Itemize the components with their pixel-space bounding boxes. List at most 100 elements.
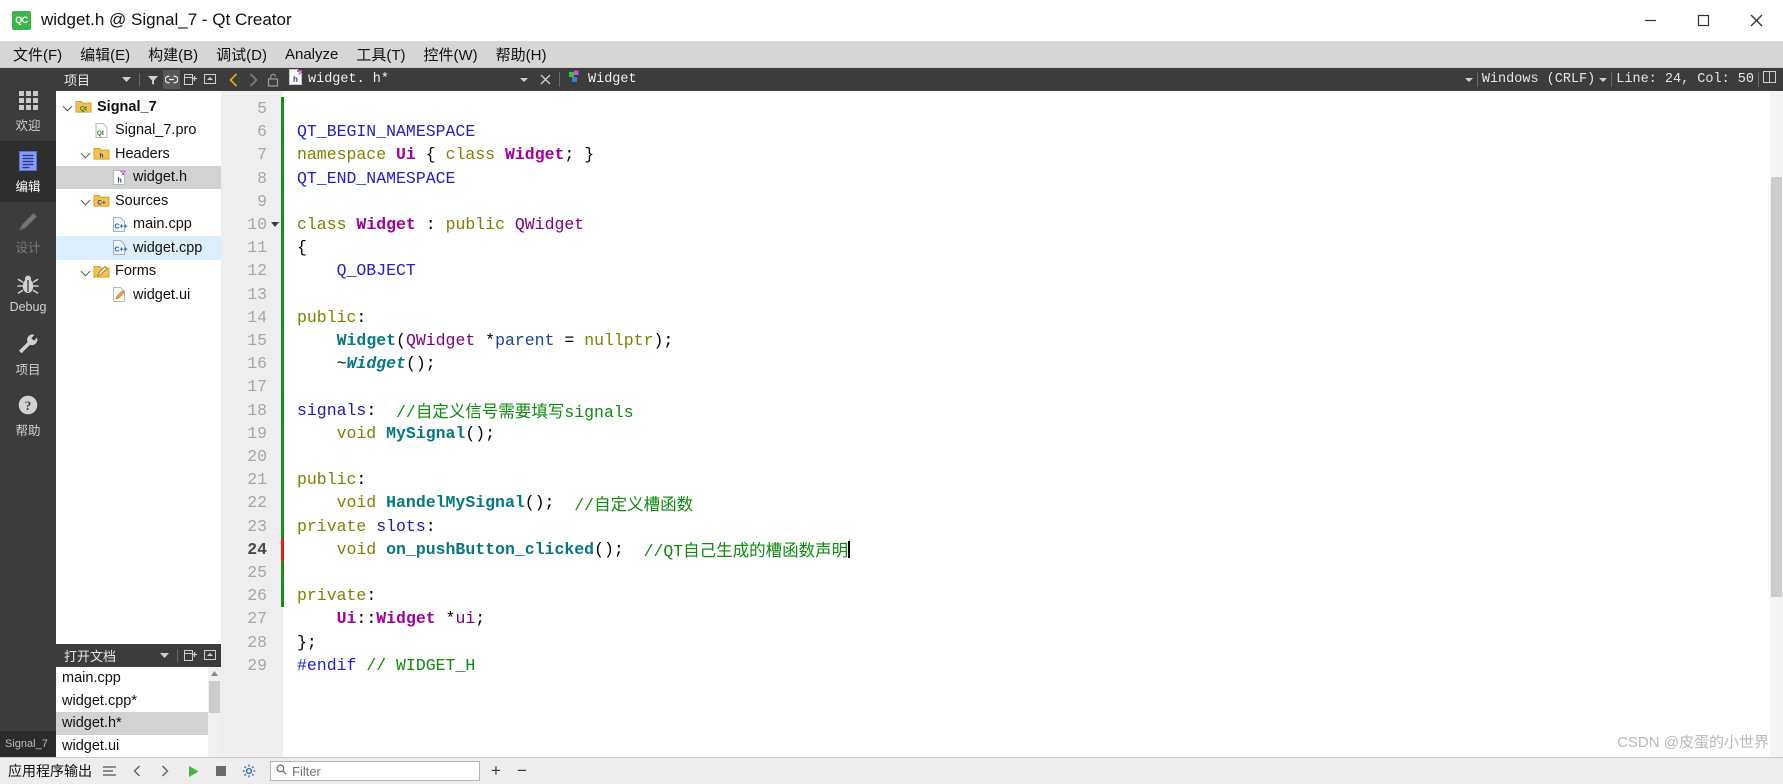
navigate-back-button[interactable] bbox=[224, 70, 242, 90]
symbol-combo-caret-icon[interactable] bbox=[1464, 77, 1473, 82]
tree-item-signal_7[interactable]: Qt Signal_7 bbox=[56, 95, 221, 119]
open-document-item[interactable]: widget.h* bbox=[56, 712, 221, 735]
code-text-area[interactable]: QT_BEGIN_NAMESPACE namespace Ui { class W… bbox=[283, 91, 1783, 757]
output-pane-title[interactable]: 应用程序输出 bbox=[8, 761, 92, 781]
open-document-item[interactable]: widget.cpp* bbox=[56, 690, 221, 713]
mode-debug[interactable]: Debug bbox=[0, 263, 56, 324]
chevron-down-icon[interactable] bbox=[62, 100, 75, 113]
open-document-item[interactable]: main.cpp bbox=[56, 667, 221, 690]
opendocs-split-button[interactable] bbox=[182, 646, 199, 665]
current-document-combo[interactable]: h widget. h* bbox=[284, 69, 532, 90]
sync-with-editor-button[interactable] bbox=[163, 70, 180, 89]
expand-all-button[interactable] bbox=[182, 70, 199, 89]
code-line[interactable]: }; bbox=[297, 631, 317, 654]
code-line[interactable]: ~ Widget (); bbox=[297, 352, 436, 375]
app-icon: QC bbox=[12, 10, 31, 30]
mode-edit[interactable]: 编辑 bbox=[0, 141, 56, 202]
dock-combo-caret[interactable] bbox=[118, 70, 135, 89]
lock-document-button[interactable] bbox=[264, 70, 282, 90]
menu-file[interactable]: 文件(F) bbox=[4, 41, 71, 68]
menu-tools[interactable]: 工具(T) bbox=[347, 41, 414, 68]
code-line[interactable]: void MySignal (); bbox=[297, 422, 495, 445]
code-line[interactable]: QT_BEGIN_NAMESPACE bbox=[297, 120, 475, 143]
tree-item-widget-cpp[interactable]: C++ widget.cpp bbox=[56, 236, 221, 260]
code-line[interactable]: #endif // WIDGET_H bbox=[297, 654, 475, 677]
scroll-up-arrow[interactable] bbox=[208, 667, 221, 680]
mode-welcome[interactable]: 欢迎 bbox=[0, 80, 56, 141]
open-documents-scrollbar[interactable] bbox=[208, 667, 221, 757]
line-ending-label[interactable]: Windows (CRLF) bbox=[1482, 72, 1595, 87]
tree-item-widget-h[interactable]: h widget.h bbox=[56, 165, 221, 189]
close-button[interactable] bbox=[1730, 0, 1783, 41]
previous-item-button[interactable] bbox=[126, 760, 148, 782]
code-line[interactable]: signals: //自定义信号需要填写signals bbox=[297, 399, 634, 423]
filter-input[interactable] bbox=[292, 763, 474, 779]
minimize-button[interactable] bbox=[1624, 0, 1677, 41]
editor-scrollbar-thumb[interactable] bbox=[1771, 177, 1782, 597]
tree-item-sources[interactable]: C+ Sources bbox=[56, 189, 221, 213]
zoom-out-button[interactable]: − bbox=[512, 761, 532, 781]
symbol-combo[interactable]: Widget bbox=[562, 70, 637, 89]
output-filter[interactable] bbox=[270, 761, 480, 781]
chevron-down-icon[interactable] bbox=[80, 194, 93, 207]
code-token: // WIDGET_H bbox=[366, 655, 476, 675]
tree-item-main-cpp[interactable]: C++ main.cpp bbox=[56, 213, 221, 237]
code-editor[interactable]: 5 6 7 8 9 10 11 12 13 14 15 16 17 18 19 20 21 22 23 24 25 26 2… bbox=[221, 91, 1783, 757]
code-line[interactable]: Widget(QWidget * parent = nullptr); bbox=[297, 329, 674, 352]
opendocs-combo-caret[interactable] bbox=[156, 646, 173, 665]
tree-item-widget-ui[interactable]: widget.ui bbox=[56, 283, 221, 307]
menu-edit[interactable]: 编辑(E) bbox=[71, 41, 139, 68]
code-line[interactable]: class Widget : public QWidget bbox=[297, 213, 584, 236]
open-documents-list[interactable]: main.cpp widget.cpp* widget.h* widget.ui bbox=[56, 667, 221, 757]
editor-gutter[interactable]: 5 6 7 8 9 10 11 12 13 14 15 16 17 18 19 20 21 22 23 24 25 26 2… bbox=[221, 91, 284, 757]
output-settings-button[interactable] bbox=[238, 760, 260, 782]
cursor-position-label[interactable]: Line: 24, Col: 50 bbox=[1616, 72, 1754, 87]
opendocs-menu-button[interactable] bbox=[201, 646, 218, 665]
mode-projects[interactable]: 项目 bbox=[0, 324, 56, 385]
chevron-down-icon[interactable] bbox=[520, 77, 528, 82]
code-line[interactable]: Q_OBJECT bbox=[297, 259, 416, 282]
menu-debug[interactable]: 调试(D) bbox=[207, 41, 276, 68]
code-line[interactable]: QT_END_NAMESPACE bbox=[297, 167, 455, 190]
filter-button[interactable] bbox=[144, 70, 161, 89]
code-line[interactable]: void on_pushButton_clicked (); //QT自己生成的槽… bbox=[297, 538, 850, 561]
dock-menu-button[interactable] bbox=[201, 70, 218, 89]
editor-vertical-scrollbar[interactable] bbox=[1770, 91, 1783, 757]
wrap-lines-button[interactable] bbox=[98, 760, 120, 782]
code-line[interactable]: private: bbox=[297, 584, 376, 607]
active-project-indicator[interactable]: Signal_7 bbox=[0, 731, 56, 757]
navigate-forward-button[interactable] bbox=[244, 70, 262, 90]
chevron-down-icon[interactable] bbox=[80, 147, 93, 160]
code-line[interactable]: private slots: bbox=[297, 515, 436, 538]
code-line[interactable]: public: bbox=[297, 306, 366, 329]
fold-marker-icon[interactable] bbox=[271, 222, 279, 227]
close-document-button[interactable] bbox=[534, 72, 557, 88]
code-line[interactable]: { bbox=[297, 236, 307, 259]
mode-design[interactable]: 设计 bbox=[0, 202, 56, 263]
mode-help[interactable]: ? 帮助 bbox=[0, 385, 56, 446]
code-token: ui bbox=[455, 609, 476, 629]
split-editor-button[interactable] bbox=[1763, 71, 1776, 88]
menu-analyze[interactable]: Analyze bbox=[276, 43, 347, 66]
maximize-button[interactable] bbox=[1677, 0, 1730, 41]
zoom-in-button[interactable]: + bbox=[486, 761, 506, 781]
project-tree[interactable]: Qt Signal_7 Qt Signal_7.pro h Headers h … bbox=[56, 91, 221, 644]
line-ending-caret-icon[interactable] bbox=[1599, 77, 1608, 82]
code-line[interactable]: Ui:: Widget * ui; bbox=[297, 607, 486, 630]
tree-item-headers[interactable]: h Headers bbox=[56, 142, 221, 166]
scrollbar-thumb[interactable] bbox=[209, 681, 220, 713]
next-item-button[interactable] bbox=[154, 760, 176, 782]
open-documents-panel: main.cpp widget.cpp* widget.h* widget.ui bbox=[56, 667, 221, 757]
tree-item-forms[interactable]: Forms bbox=[56, 260, 221, 284]
run-button[interactable] bbox=[182, 760, 204, 782]
open-document-item[interactable]: widget.ui bbox=[56, 735, 221, 758]
chevron-down-icon[interactable] bbox=[80, 265, 93, 278]
tree-item-signal_7-pro[interactable]: Qt Signal_7.pro bbox=[56, 119, 221, 143]
menu-help[interactable]: 帮助(H) bbox=[487, 41, 556, 68]
code-line[interactable]: namespace Ui { class Widget; } bbox=[297, 143, 594, 166]
code-line[interactable]: public: bbox=[297, 468, 366, 491]
menu-window[interactable]: 控件(W) bbox=[415, 41, 487, 68]
code-line[interactable]: void HandelMySignal (); //自定义槽函数 bbox=[297, 491, 693, 515]
menu-build[interactable]: 构建(B) bbox=[139, 41, 207, 68]
stop-button[interactable] bbox=[210, 760, 232, 782]
